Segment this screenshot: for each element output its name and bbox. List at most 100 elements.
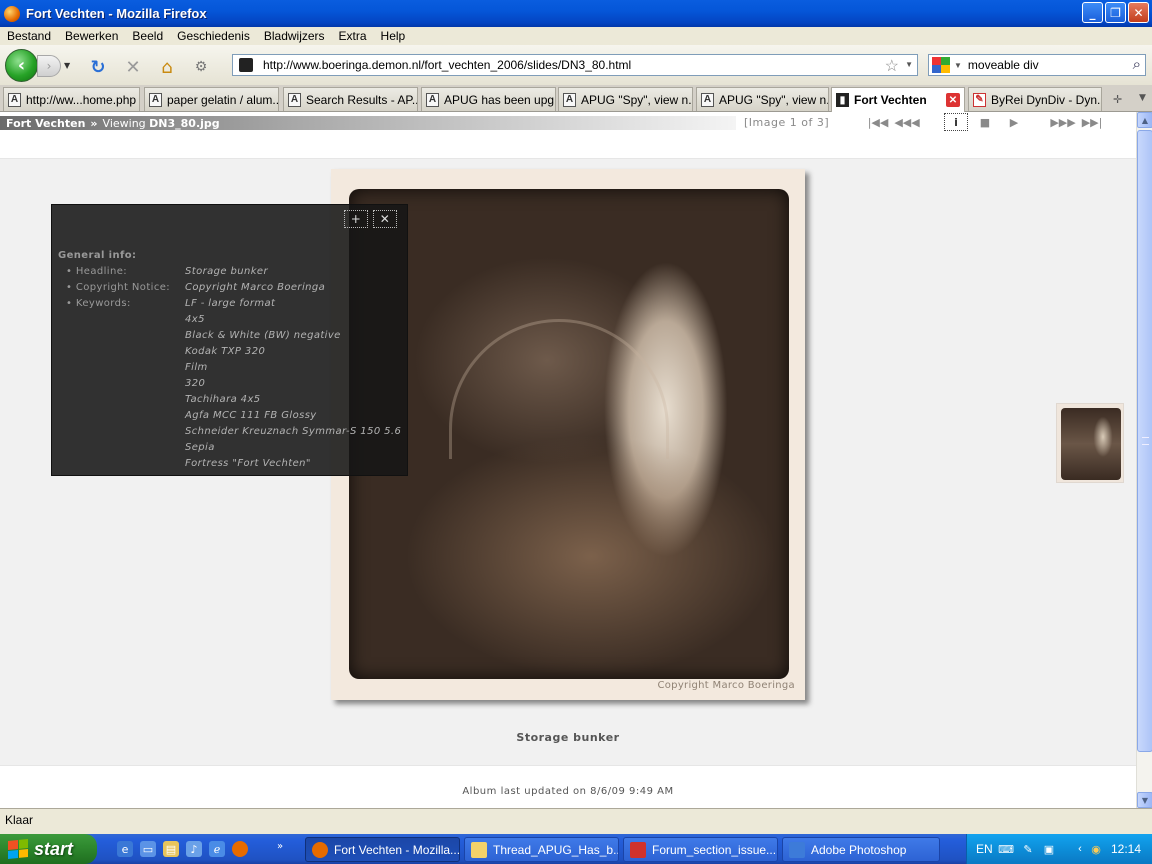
info-button[interactable]: i: [944, 113, 968, 131]
taskbar-item-folder[interactable]: Thread_APUG_Has_b...: [464, 837, 619, 862]
maximize-button[interactable]: ❐: [1105, 2, 1126, 23]
tab-6[interactable]: A APUG "Spy", view n...: [696, 87, 829, 111]
menu-bladwijzers[interactable]: Bladwijzers: [257, 29, 332, 43]
tab-label: Search Results - AP...: [306, 92, 418, 107]
site-favicon-icon: ▮: [836, 93, 849, 107]
play-slideshow-button[interactable]: ▶: [1002, 113, 1026, 131]
url-dropdown-icon[interactable]: ▼: [905, 60, 913, 69]
tab-1[interactable]: A http://ww...home.php: [3, 87, 140, 111]
keyword-value: Kodak TXP 320: [185, 346, 266, 357]
search-input[interactable]: moveable div: [968, 58, 1039, 72]
tab-fort-vechten[interactable]: ▮ Fort Vechten ✕: [831, 87, 965, 112]
window-title: Fort Vechten - Mozilla Firefox: [26, 6, 207, 21]
tab-2[interactable]: A paper gelatin / alum...: [144, 87, 279, 111]
window-controls: _ ❐ ✕: [1082, 2, 1149, 23]
quicklaunch-ie-icon[interactable]: e: [117, 841, 133, 857]
firefox-icon: [312, 841, 328, 858]
scrollbar-thumb[interactable]: [1137, 130, 1152, 752]
menu-help[interactable]: Help: [374, 29, 413, 43]
folder-icon: [471, 841, 487, 858]
addon-icon[interactable]: ⚙: [191, 57, 211, 77]
apug-favicon-icon: A: [288, 92, 301, 107]
history-dropdown-icon[interactable]: ▼: [64, 61, 70, 70]
keyword-value: Sepia: [185, 442, 215, 453]
tab-list-dropdown-icon[interactable]: ▼: [1139, 93, 1146, 103]
slideshow-toolbar: Fort Vechten » Viewing DN3_80.jpg [Image…: [0, 112, 1136, 134]
taskbar-item-forum[interactable]: Forum_section_issue...: [623, 837, 778, 862]
reload-icon[interactable]: ↻: [88, 57, 108, 78]
status-bar: Klaar: [0, 808, 1152, 830]
keyboard-icon[interactable]: ⌨: [998, 842, 1014, 856]
photo-arch-detail: [449, 319, 669, 459]
vertical-scrollbar[interactable]: ▲ ▼: [1136, 112, 1152, 808]
magnifier-icon[interactable]: ⌕: [1133, 56, 1141, 73]
back-arrow-icon: ‹: [17, 55, 26, 76]
tab-label: Fort Vechten: [854, 93, 927, 107]
tab-5[interactable]: A APUG "Spy", view n...: [558, 87, 693, 111]
new-tab-icon[interactable]: ✛: [1113, 93, 1122, 106]
quicklaunch-media-icon[interactable]: ♪: [186, 841, 202, 857]
search-bar[interactable]: ▼ moveable div ⌕: [928, 54, 1146, 76]
menu-geschiedenis[interactable]: Geschiedenis: [170, 29, 257, 43]
info-heading: General info:: [58, 250, 137, 261]
pen-icon[interactable]: ✎: [1021, 842, 1035, 856]
expand-panel-button[interactable]: +: [344, 210, 368, 228]
tray-expand-icon[interactable]: ‹: [1073, 842, 1087, 856]
title-bar: Fort Vechten - Mozilla Firefox _ ❐ ✕: [0, 0, 1152, 27]
close-window-button[interactable]: ✕: [1128, 2, 1149, 23]
start-button[interactable]: start: [0, 834, 97, 864]
menu-bewerken[interactable]: Bewerken: [58, 29, 125, 43]
copyright-value: Copyright Marco Boeringa: [185, 282, 326, 293]
clock: 12:14: [1111, 842, 1142, 856]
search-engine-dropdown-icon[interactable]: ▼: [954, 61, 962, 70]
tab-4[interactable]: A APUG has been upg...: [421, 87, 556, 111]
home-icon[interactable]: ⌂: [157, 57, 177, 78]
minimize-button[interactable]: _: [1082, 2, 1103, 23]
quicklaunch-desktop-icon[interactable]: ▭: [140, 841, 156, 857]
headline-value: Storage bunker: [185, 266, 268, 277]
back-button[interactable]: ‹: [5, 49, 38, 82]
main-photo[interactable]: [349, 189, 789, 679]
quicklaunch-folder-icon[interactable]: ▤: [163, 841, 179, 857]
close-panel-button[interactable]: ✕: [373, 210, 397, 228]
info-panel[interactable]: + ✕ General info: • Headline: Storage bu…: [51, 204, 408, 476]
menu-extra[interactable]: Extra: [332, 29, 374, 43]
last-image-button[interactable]: ▶▶|: [1080, 113, 1104, 131]
tab-3[interactable]: A Search Results - AP...: [283, 87, 418, 111]
menu-bestand[interactable]: Bestand: [0, 29, 58, 43]
next-image-button[interactable]: ▶▶▶: [1050, 113, 1075, 131]
monitor-icon[interactable]: ▣: [1042, 842, 1056, 856]
google-icon[interactable]: [932, 57, 950, 73]
url-text[interactable]: http://www.boeringa.demon.nl/fort_vechte…: [263, 58, 631, 72]
scrollbar-grip: [1142, 437, 1149, 445]
taskbar-item-label: Forum_section_issue...: [652, 842, 777, 857]
quicklaunch-firefox-icon[interactable]: [232, 841, 248, 857]
update-icon[interactable]: ◉: [1089, 842, 1103, 856]
apug-favicon-icon: A: [563, 92, 576, 107]
taskbar-item-firefox[interactable]: Fort Vechten - Mozilla...: [305, 837, 460, 862]
star-icon[interactable]: ☆: [885, 56, 899, 76]
quicklaunch-overflow-icon[interactable]: »: [272, 838, 288, 854]
keyword-value: Fortress "Fort Vechten": [185, 458, 311, 469]
apug-favicon-icon: A: [426, 92, 439, 107]
url-bar[interactable]: http://www.boeringa.demon.nl/fort_vechte…: [232, 54, 918, 76]
first-image-button[interactable]: |◀◀: [866, 113, 890, 131]
taskbar-item-photoshop[interactable]: Adobe Photoshop: [782, 837, 940, 862]
forward-button[interactable]: ›: [37, 55, 61, 77]
scroll-up-icon[interactable]: ▲: [1137, 112, 1152, 128]
taskbar: start e ▭ ▤ ♪ ℯ » Fort Vechten - Mozilla…: [0, 834, 1152, 864]
close-tab-icon[interactable]: ✕: [946, 93, 960, 107]
next-image-thumbnail[interactable]: [1056, 403, 1124, 483]
scroll-down-icon[interactable]: ▼: [1137, 792, 1152, 808]
language-indicator[interactable]: EN: [976, 842, 993, 856]
quicklaunch-internet-explorer-icon[interactable]: ℯ: [209, 841, 225, 857]
tab-byrei[interactable]: ✎ ByRei DynDiv - Dyn...: [968, 87, 1102, 111]
taskbar-item-label: Fort Vechten - Mozilla...: [334, 842, 460, 857]
previous-image-button[interactable]: ◀◀◀: [894, 113, 919, 131]
breadcrumb-album-link[interactable]: Fort Vechten: [6, 117, 85, 130]
stop-icon[interactable]: ✕: [123, 57, 143, 78]
stop-slideshow-button[interactable]: ■: [973, 113, 997, 131]
tab-label: APUG "Spy", view n...: [719, 92, 829, 107]
image-stage: Copyright Marco Boeringa Storage bunker …: [0, 158, 1136, 766]
menu-beeld[interactable]: Beeld: [125, 29, 170, 43]
